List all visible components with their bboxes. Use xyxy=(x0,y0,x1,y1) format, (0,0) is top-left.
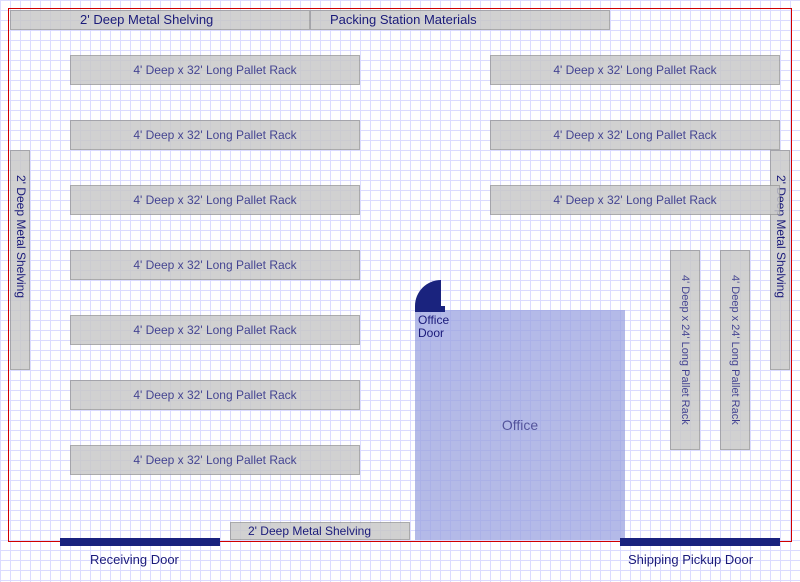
receiving-door xyxy=(60,538,220,546)
rack-left-2: 4' Deep x 32' Long Pallet Rack xyxy=(70,120,360,150)
top-shelf-label: 2' Deep Metal Shelving xyxy=(80,12,213,27)
office: Office xyxy=(415,310,625,540)
rack-left-3: 4' Deep x 32' Long Pallet Rack xyxy=(70,185,360,215)
left-shelf-label: 2' Deep Metal Shelving xyxy=(14,175,28,298)
rack-left-5: 4' Deep x 32' Long Pallet Rack xyxy=(70,315,360,345)
packing-label: Packing Station Materials xyxy=(330,12,477,27)
rack-right-3: 4' Deep x 32' Long Pallet Rack xyxy=(490,185,780,215)
office-door-label: OfficeDoor xyxy=(418,314,449,340)
rack-vert-1: 4' Deep x 24' Long Pallet Rack xyxy=(670,250,700,450)
rack-left-4: 4' Deep x 32' Long Pallet Rack xyxy=(70,250,360,280)
rack-vert-2: 4' Deep x 24' Long Pallet Rack xyxy=(720,250,750,450)
shipping-door-label: Shipping Pickup Door xyxy=(628,552,753,567)
rack-left-6: 4' Deep x 32' Long Pallet Rack xyxy=(70,380,360,410)
rack-left-7: 4' Deep x 32' Long Pallet Rack xyxy=(70,445,360,475)
shipping-door xyxy=(620,538,780,546)
rack-right-1: 4' Deep x 32' Long Pallet Rack xyxy=(490,55,780,85)
receiving-door-label: Receiving Door xyxy=(90,552,179,567)
bottom-shelf-label: 2' Deep Metal Shelving xyxy=(248,524,371,538)
office-door-frame xyxy=(415,306,445,312)
rack-right-2: 4' Deep x 32' Long Pallet Rack xyxy=(490,120,780,150)
rack-left-1: 4' Deep x 32' Long Pallet Rack xyxy=(70,55,360,85)
